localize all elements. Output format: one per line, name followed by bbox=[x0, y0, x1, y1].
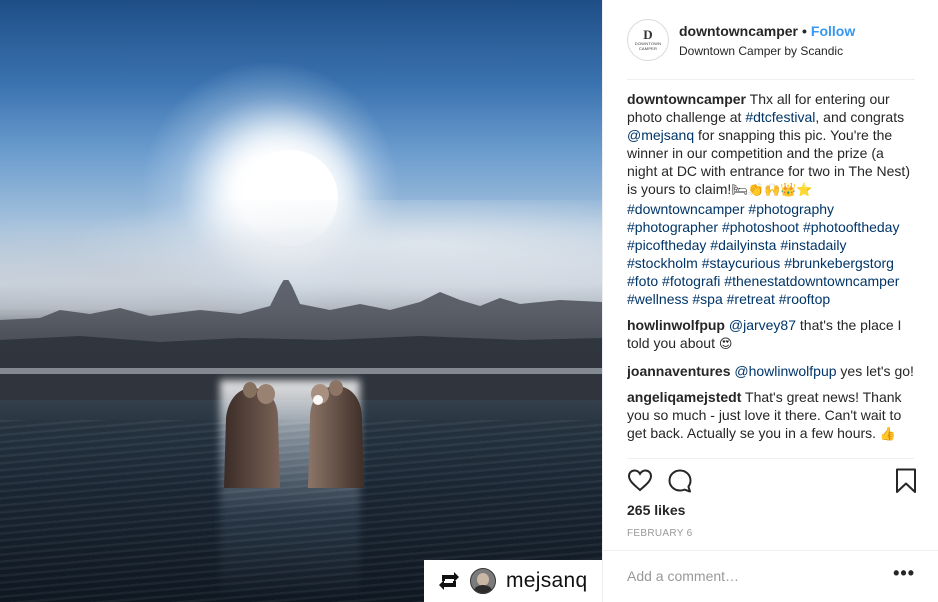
post-sidebar: D DOWNTOWN CAMPER downtowncamper • Follow … bbox=[602, 0, 938, 602]
comment-item: angeliqamejstedt That's great news! Than… bbox=[627, 388, 917, 444]
header-text: downtowncamper • Follow Downtown Camper by… bbox=[679, 23, 855, 58]
hashtag-list: #downtowncamper #photography #photograph… bbox=[627, 201, 899, 307]
heart-icon[interactable] bbox=[627, 468, 653, 492]
hashtag-link[interactable]: #brunkebergstorg bbox=[784, 255, 894, 271]
comment-emoji: 😍 bbox=[718, 337, 733, 352]
caption-emojis: 🛏👏🙌👑⭐ bbox=[731, 183, 813, 198]
hashtag-link[interactable]: #rooftop bbox=[779, 291, 830, 307]
hashtag-link[interactable]: #downtowncamper bbox=[627, 201, 745, 217]
add-comment-form: ••• bbox=[603, 550, 938, 602]
location-link[interactable]: Downtown Camper by Scandic bbox=[679, 44, 855, 58]
hashtag-link[interactable]: #staycurious bbox=[702, 255, 781, 271]
header-divider bbox=[627, 79, 915, 80]
hashtag-link[interactable]: #picoftheday bbox=[627, 237, 706, 253]
post-header: D DOWNTOWN CAMPER downtowncamper • Follow … bbox=[603, 0, 938, 80]
comment-emoji: 👍 bbox=[879, 427, 897, 442]
repost-badge[interactable]: mejsanq bbox=[424, 560, 602, 602]
follow-button[interactable]: Follow bbox=[811, 23, 855, 39]
hashtag-link[interactable]: #dailyinsta bbox=[710, 237, 776, 253]
mention-link[interactable]: @jarvey87 bbox=[729, 317, 796, 333]
hashtag-link[interactable]: #thenestatdowntowncamper bbox=[724, 273, 899, 289]
post-photo[interactable]: mejsanq bbox=[0, 0, 602, 602]
more-options-button[interactable]: ••• bbox=[893, 563, 915, 584]
comment-input[interactable] bbox=[627, 565, 877, 587]
header-line: downtowncamper • Follow bbox=[679, 23, 855, 39]
caption: downtowncamper Thx all for entering our … bbox=[627, 90, 917, 308]
logo-text: DOWNTOWN CAMPER bbox=[634, 41, 662, 51]
repost-username: mejsanq bbox=[506, 569, 588, 592]
caption-username[interactable]: downtowncamper bbox=[627, 91, 746, 107]
post-date[interactable]: FEBRUARY 6 bbox=[627, 528, 692, 539]
hashtag-link[interactable]: #photoshoot bbox=[722, 219, 799, 235]
hashtag-link[interactable]: #fotografi bbox=[662, 273, 720, 289]
like-count[interactable]: 265 likes bbox=[627, 502, 685, 518]
hashtag-link[interactable]: #dtcfestival bbox=[745, 109, 815, 125]
comments-list[interactable]: downtowncamper Thx all for entering our … bbox=[627, 90, 917, 458]
hashtag-link[interactable]: #wellness bbox=[627, 291, 688, 307]
header-username[interactable]: downtowncamper bbox=[679, 23, 798, 39]
comment-item: howlinwolfpup @jarvey87 that's the place… bbox=[627, 316, 917, 354]
hashtag-link[interactable]: #retreat bbox=[727, 291, 775, 307]
mention-link[interactable]: @howlinwolfpup bbox=[734, 363, 836, 379]
photo-feet bbox=[224, 380, 364, 488]
hashtag-link[interactable]: #photography bbox=[748, 201, 834, 217]
repost-user-avatar bbox=[470, 568, 496, 594]
hashtag-link[interactable]: #spa bbox=[692, 291, 722, 307]
comment-text: yes let's go! bbox=[836, 363, 914, 379]
hashtag-link[interactable]: #photooftheday bbox=[803, 219, 900, 235]
hashtag-link[interactable]: #stockholm bbox=[627, 255, 698, 271]
bookmark-icon[interactable] bbox=[895, 468, 917, 494]
hashtag-link[interactable]: #photographer bbox=[627, 219, 718, 235]
comment-username[interactable]: angeliqamejstedt bbox=[627, 389, 741, 405]
comment-item: joannaventures @howlinwolfpup yes let's … bbox=[627, 362, 917, 380]
hashtag-link[interactable]: #instadaily bbox=[780, 237, 846, 253]
account-avatar[interactable]: D DOWNTOWN CAMPER bbox=[627, 19, 669, 61]
comment-username[interactable]: howlinwolfpup bbox=[627, 317, 725, 333]
header-separator: • bbox=[802, 22, 807, 39]
repost-icon bbox=[439, 572, 459, 590]
comment-username[interactable]: joannaventures bbox=[627, 363, 730, 379]
action-bar bbox=[627, 466, 917, 498]
actions-divider bbox=[627, 458, 914, 459]
hashtag-link[interactable]: #foto bbox=[627, 273, 658, 289]
comment-icon[interactable] bbox=[667, 468, 693, 494]
caption-text: , and congrats bbox=[815, 109, 905, 125]
comment-thread: howlinwolfpup @jarvey87 that's the place… bbox=[627, 316, 917, 444]
mention-link[interactable]: @mejsanq bbox=[627, 127, 694, 143]
logo-mark: D bbox=[643, 27, 653, 42]
